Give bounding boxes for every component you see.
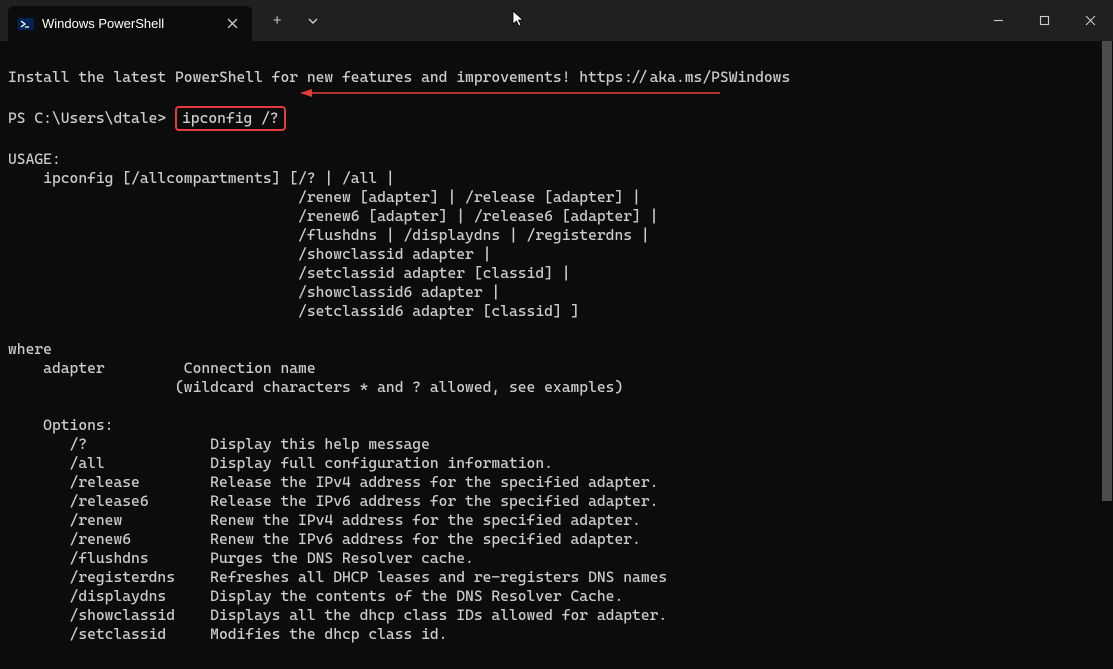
callout-arrow <box>300 87 720 99</box>
highlighted-command: ipconfig /? <box>175 106 286 131</box>
options-header: Options: <box>8 416 113 434</box>
titlebar: Windows PowerShell + <box>0 0 1113 41</box>
tab-dropdown-button[interactable] <box>298 6 328 36</box>
minimize-button[interactable] <box>975 0 1021 41</box>
close-window-button[interactable] <box>1067 0 1113 41</box>
new-tab-button[interactable]: + <box>262 6 292 36</box>
scrollbar-track[interactable] <box>1101 41 1113 626</box>
prompt: PS C:\Users\dtale> <box>8 109 166 127</box>
usage-block: ipconfig [/allcompartments] [/? | /all |… <box>8 169 658 320</box>
tabbar-controls: + <box>262 6 328 36</box>
window-controls <box>975 0 1113 41</box>
close-tab-button[interactable] <box>222 14 242 34</box>
maximize-button[interactable] <box>1021 0 1067 41</box>
where-header: where <box>8 340 52 358</box>
usage-header: USAGE: <box>8 150 61 168</box>
tab-title: Windows PowerShell <box>42 14 214 33</box>
options-block: /? Display this help message /all Displa… <box>8 435 667 643</box>
install-line: Install the latest PowerShell for new fe… <box>8 68 790 86</box>
scrollbar-thumb[interactable] <box>1102 41 1112 501</box>
powershell-icon <box>18 16 34 32</box>
terminal-viewport[interactable]: Install the latest PowerShell for new fe… <box>0 41 1113 669</box>
where-block: adapter Connection name (wildcard charac… <box>8 359 623 396</box>
tab-powershell[interactable]: Windows PowerShell <box>8 6 252 41</box>
